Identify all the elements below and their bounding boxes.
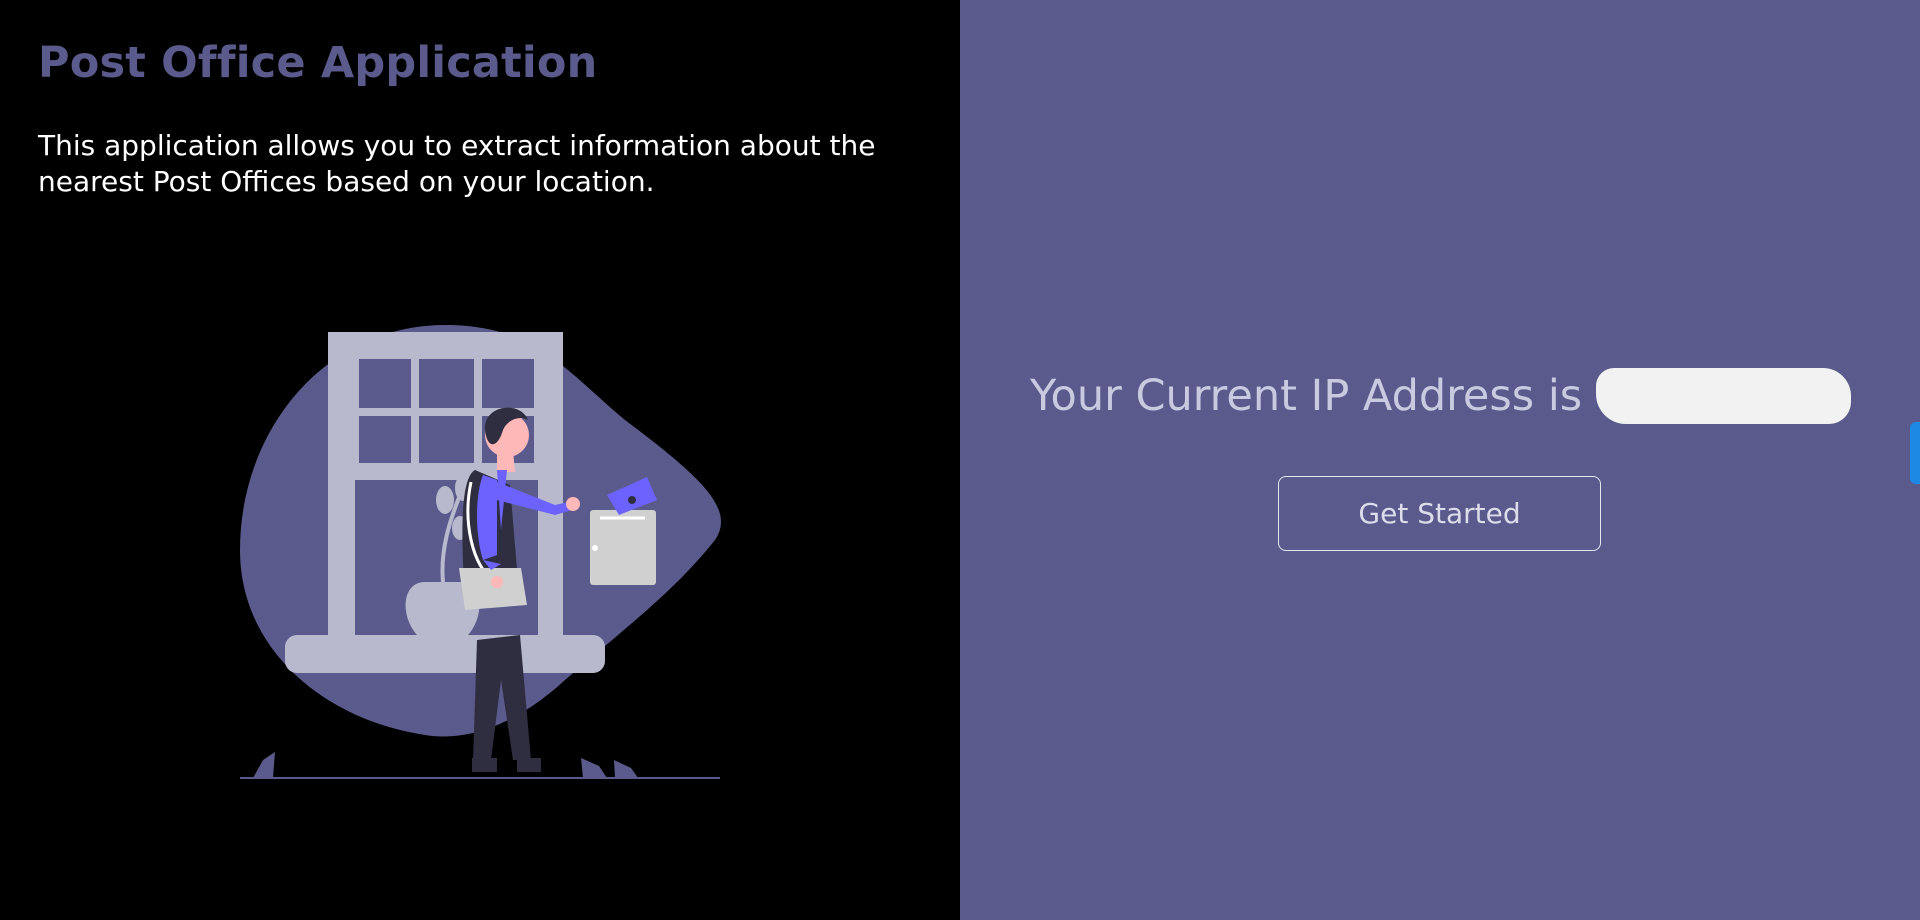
ip-panel: Your Current IP Address is Get Started bbox=[960, 0, 1920, 920]
grass-illustration bbox=[614, 760, 638, 778]
grass-illustration bbox=[581, 758, 607, 778]
mail-delivery-illustration bbox=[240, 325, 721, 779]
ip-address-row: Your Current IP Address is bbox=[1030, 368, 1852, 424]
app-title: Post Office Application bbox=[38, 38, 598, 88]
edge-tab-handle[interactable] bbox=[1910, 422, 1920, 484]
grass-illustration bbox=[253, 752, 275, 778]
ip-address-value bbox=[1596, 368, 1852, 424]
intro-panel: Post Office Application This application… bbox=[0, 0, 960, 920]
app-description: This application allows you to extract i… bbox=[38, 129, 876, 198]
ip-address-label: Your Current IP Address is bbox=[1030, 371, 1583, 421]
get-started-button[interactable]: Get Started bbox=[1278, 476, 1601, 551]
